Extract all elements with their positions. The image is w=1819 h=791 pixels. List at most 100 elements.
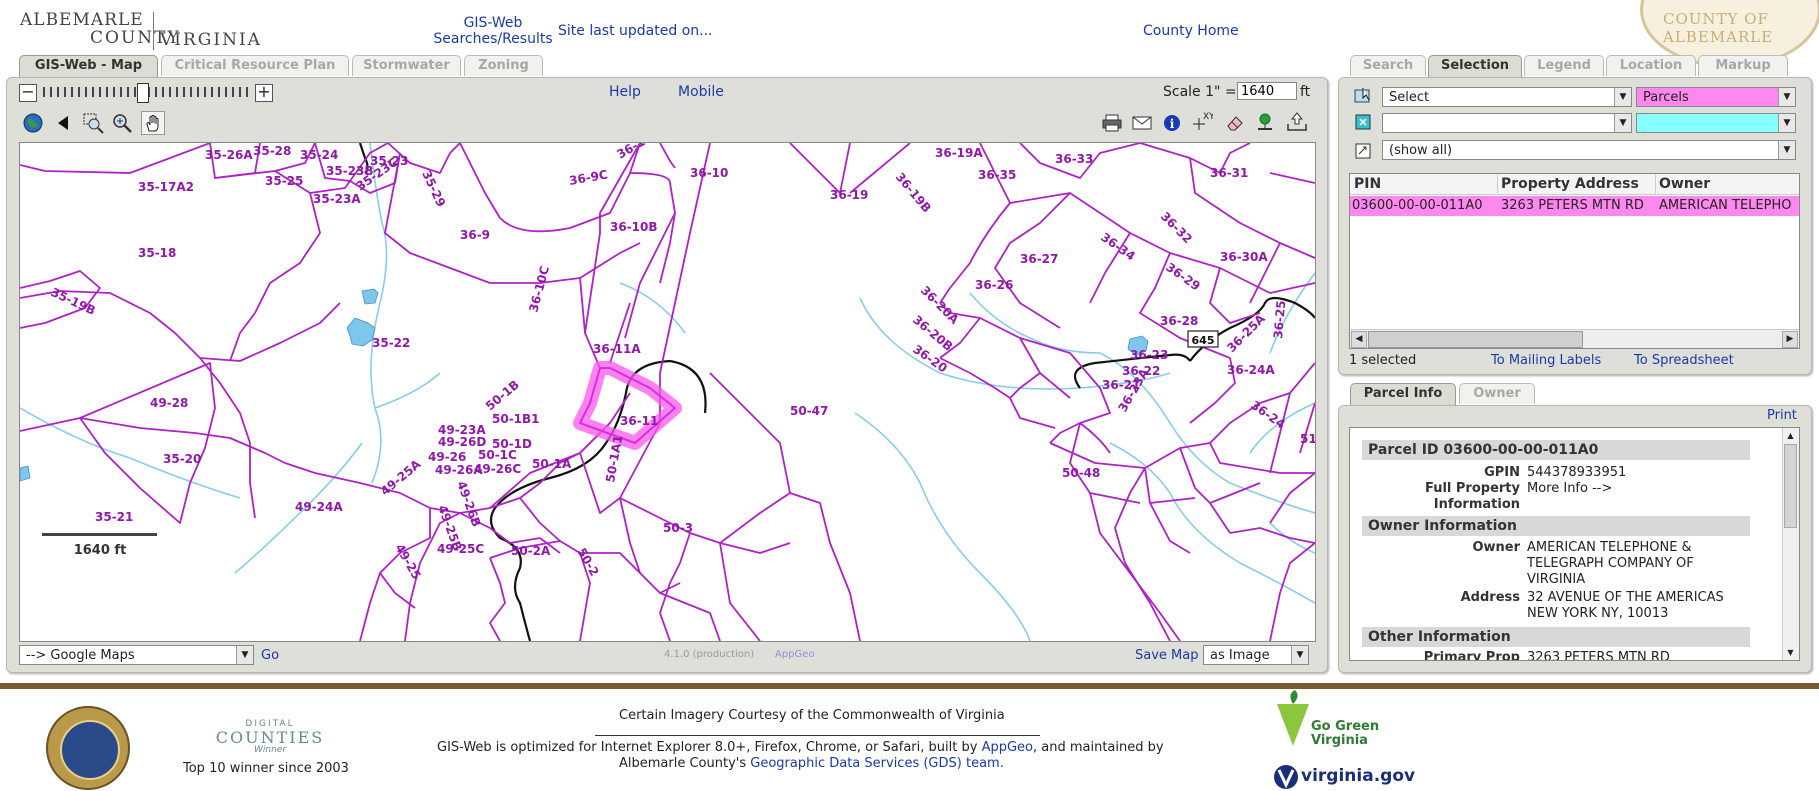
searches-results-link[interactable]: GIS-Web Searches/Results [428,15,558,47]
help-link[interactable]: Help [609,84,641,100]
save-map-link[interactable]: Save Map [1135,648,1198,663]
target-action-dropdown[interactable]: ▼ [1382,113,1632,133]
map-canvas[interactable]: 35-26A 35-28 35-24 35-23B 35-23 35-29 36-10A 36… [19,142,1316,642]
zoom-in-button[interactable]: + [255,84,273,102]
eraser-clear-icon[interactable] [1224,112,1246,134]
gds-link[interactable]: Geographic Data Services (GDS) team. [750,756,1004,771]
target-select-icon[interactable] [1352,111,1374,133]
pan-hand-icon[interactable] [141,111,165,135]
column-divider [1655,174,1656,194]
scroll-right-icon[interactable]: ▶ [1782,331,1798,348]
back-arrow-icon[interactable] [52,112,74,134]
save-format-select[interactable]: as Image ▼ [1203,645,1309,665]
scroll-down-icon[interactable]: ▼ [1784,646,1797,659]
appgeo-link[interactable]: AppGeo [982,740,1033,755]
chevron-down-icon[interactable]: ▼ [1778,114,1795,132]
tab-zoning[interactable]: Zoning [464,55,543,76]
mobile-link[interactable]: Mobile [678,84,724,100]
go-green-leaf-icon [1277,690,1309,746]
logo-line-2: COUNTY [90,28,181,48]
chevron-down-icon[interactable]: ▼ [236,646,253,664]
column-header-pin[interactable]: PIN [1354,176,1381,192]
full-property-label-2: Information [1433,497,1520,512]
select-action-dropdown[interactable]: Select ▼ [1382,87,1632,107]
mailing-labels-link[interactable]: To Mailing Labels [1491,353,1601,368]
tab-owner[interactable]: Owner [1459,383,1535,404]
scroll-left-icon[interactable]: ◀ [1351,331,1367,348]
more-info-link[interactable]: More Info --> [1527,481,1612,496]
parcel-label: 36-27 [1020,252,1058,266]
vertical-scrollbar[interactable]: ▲ ▼ [1782,428,1799,660]
parcel-label: 35-20 [163,452,201,466]
spreadsheet-link[interactable]: To Spreadsheet [1634,353,1734,368]
zoom-window-icon[interactable] [82,112,104,134]
county-seal-footer-icon[interactable] [46,706,130,790]
chevron-down-icon[interactable]: ▼ [1778,88,1795,106]
parcel-label: 36-32 [1158,209,1195,246]
tab-stormwater[interactable]: Stormwater [352,55,461,76]
zoom-thumb[interactable] [136,83,149,103]
go-green-virginia-logo[interactable]: Go Green Virginia [1273,690,1393,752]
county-logo[interactable]: ALBEMARLE COUNTY VIRGINIA [20,10,260,50]
county-home-link[interactable]: County Home [1143,23,1239,39]
selection-results-grid[interactable]: PIN Property Address Owner 03600-00-00-0… [1349,173,1800,349]
zoom-out-button[interactable]: − [19,84,37,102]
column-header-owner[interactable]: Owner [1659,176,1710,192]
chevron-down-icon[interactable]: ▼ [1614,114,1631,132]
identify-info-icon[interactable]: i [1161,112,1183,134]
globe-full-extent-icon[interactable] [22,112,44,134]
external-map-select[interactable]: --> Google Maps ▼ [19,645,254,665]
email-icon[interactable] [1131,112,1153,134]
full-property-label: Full Property Information [1362,481,1520,513]
xy-coordinate-icon[interactable]: XY [1191,110,1213,132]
seal-text: COUNTY OF ALBEMARLE [1663,10,1774,46]
tab-legend[interactable]: Legend [1524,55,1604,76]
digital-counties-logo[interactable]: DIGITAL COUNTIES Winner [200,718,340,758]
add-marker-icon[interactable] [1254,111,1276,133]
table-row[interactable]: 03600-00-00-011A0 3263 PETERS MTN RD AME… [1350,196,1799,216]
column-header-address[interactable]: Property Address [1501,176,1639,192]
last-updated-link[interactable]: Site last updated on... [558,23,713,39]
zoom-slider[interactable]: − + [19,83,273,103]
go-green-line-2: Virginia [1311,733,1368,748]
export-upload-icon[interactable] [1286,111,1308,133]
column-divider [1497,174,1498,194]
searches-line-2: Searches/Results [433,31,553,47]
appgeo-version-link[interactable]: AppGeo [775,649,815,660]
parcel-label: 50-1C [478,448,517,462]
tab-location[interactable]: Location [1606,55,1696,76]
parcel-label: 35-28 [253,144,291,158]
parcel-label: 36-26 [975,278,1013,292]
filter-dropdown[interactable]: (show all) ▼ [1382,140,1796,160]
select-layer-dropdown[interactable]: Parcels ▼ [1636,87,1796,107]
tab-selection[interactable]: Selection [1428,55,1522,78]
tab-search[interactable]: Search [1350,55,1426,76]
parcel-label: 50-48 [1062,466,1100,480]
zoom-in-magnifier-icon[interactable] [111,112,133,134]
chevron-down-icon[interactable]: ▼ [1291,646,1308,664]
parcel-label: 36-10B [610,220,658,234]
scale-input[interactable] [1237,82,1297,100]
parcel-info-content[interactable]: Parcel ID 03600-00-00-011A0 GPIN 5443789… [1349,427,1800,661]
tab-critical-resource-plan[interactable]: Critical Resource Plan [161,55,349,76]
chevron-down-icon[interactable]: ▼ [1614,88,1631,106]
tab-markup[interactable]: Markup [1698,55,1788,76]
print-link[interactable]: Print [1767,408,1797,423]
parcel-label: 50-1B1 [492,412,540,426]
parcel-map-svg[interactable]: 35-26A 35-28 35-2435-23B35-2335-2936-10A36… [20,143,1315,641]
scroll-up-icon[interactable]: ▲ [1784,429,1797,442]
target-layer-dropdown[interactable]: ▼ [1636,113,1796,133]
scroll-thumb[interactable] [1368,331,1583,348]
print-icon[interactable] [1101,112,1123,134]
scale-label: Scale 1" = [1163,84,1237,100]
scroll-thumb[interactable] [1784,444,1797,528]
tab-gis-web-map[interactable]: GIS-Web - Map [19,55,158,78]
chevron-down-icon[interactable]: ▼ [1778,141,1795,159]
parcel-label: 36-25 [1271,300,1288,339]
go-button[interactable]: Go [261,648,279,663]
tab-parcel-info[interactable]: Parcel Info [1350,383,1456,406]
parcel-label: 36-24A [1227,363,1275,377]
horizontal-scrollbar[interactable]: ◀ ▶ [1350,329,1799,348]
filter-extent-icon[interactable] [1352,140,1374,162]
select-tool-icon[interactable] [1352,84,1374,106]
